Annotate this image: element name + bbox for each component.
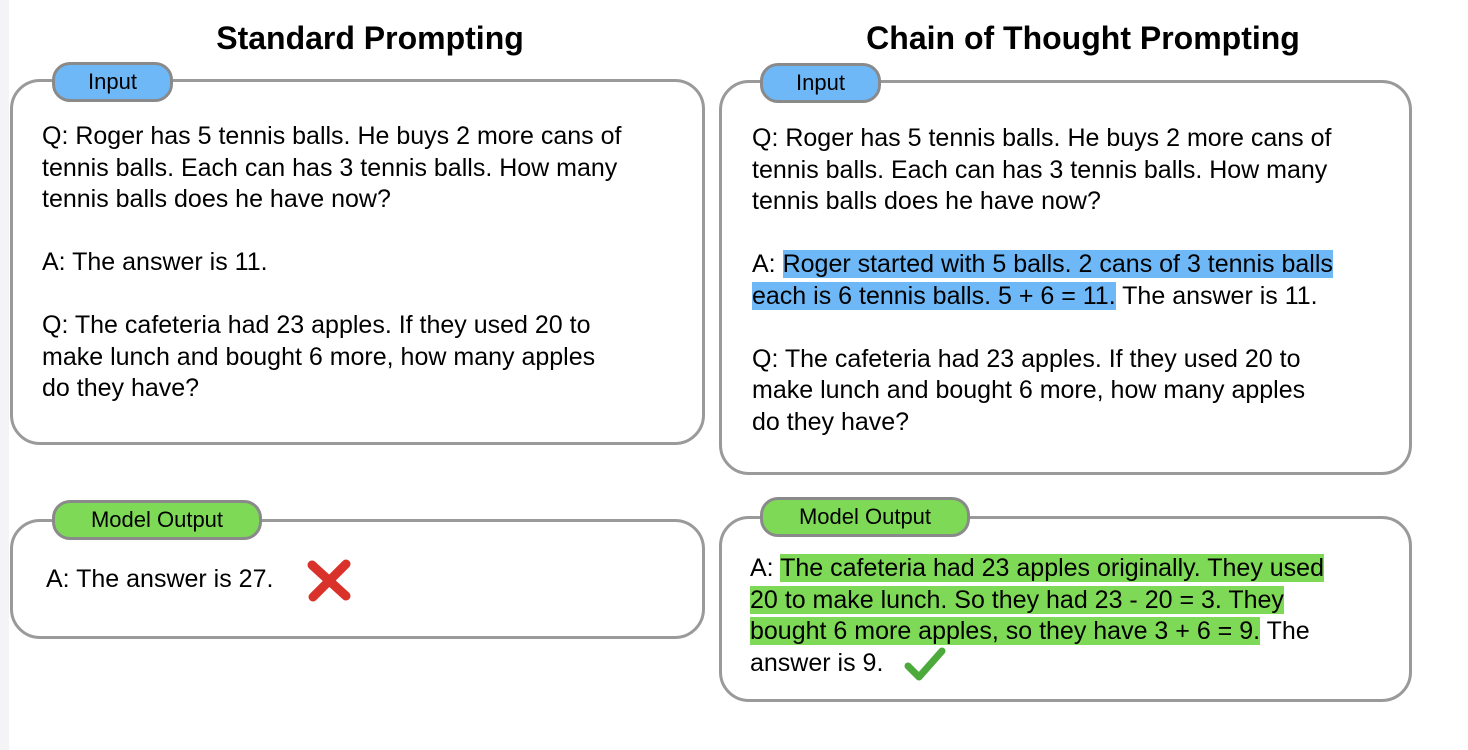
reasoning-answer-line-1: A: Roger started with 5 balls. 2 cans of… — [752, 249, 1333, 281]
question-line: Q: Roger has 5 tennis balls. He buys 2 m… — [42, 122, 622, 150]
standard-output-text: A: The answer is 27. — [46, 564, 273, 596]
left-margin-strip — [0, 0, 9, 750]
cot-output-text: A: The cafeteria had 23 apples originall… — [750, 553, 1324, 679]
question-line: do they have? — [42, 374, 200, 402]
reasoning-answer-line-2: each is 6 tennis balls. 5 + 6 = 11. The … — [752, 281, 1333, 313]
question-line: tennis balls. Each can has 3 tennis ball… — [42, 153, 618, 182]
reasoning-highlight: 20 to make lunch. So they had 23 - 20 = … — [750, 585, 1284, 614]
standard-prompting-title: Standard Prompting — [216, 20, 524, 56]
question-line: tennis balls does he have now? — [42, 185, 391, 213]
standard-input-text: Q: Roger has 5 tennis balls. He buys 2 m… — [42, 121, 621, 405]
answer-suffix: The answer is 11. — [1115, 281, 1318, 310]
reasoning-highlight: bought 6 more apples, so they have 3 + 6… — [750, 617, 1261, 645]
cot-input-text: Q: Roger has 5 tennis balls. He buys 2 m… — [752, 123, 1333, 438]
cot-input-label: Input — [760, 63, 881, 103]
standard-output-label: Model Output — [52, 500, 262, 540]
answer-prefix: A: — [750, 554, 781, 582]
check-icon — [904, 647, 946, 681]
output-line-4: answer is 9. — [750, 648, 1324, 680]
answer-line: A: The answer is 11. — [42, 248, 268, 276]
cot-output-label: Model Output — [760, 497, 970, 537]
question-line: Q: The cafeteria had 23 apples. If they … — [752, 344, 1301, 373]
model-answer: A: The answer is 27. — [46, 565, 274, 593]
answer-suffix: The — [1260, 617, 1310, 645]
final-answer: answer is 9. — [750, 648, 884, 677]
reasoning-highlight: The cafeteria had 23 apples originally. … — [780, 554, 1324, 582]
standard-input-label: Input — [52, 62, 173, 102]
question-line: make lunch and bought 6 more, how many a… — [42, 342, 596, 371]
question-line: do they have? — [752, 407, 910, 436]
reasoning-highlight: Roger started with 5 balls. 2 cans of 3 … — [782, 250, 1333, 278]
answer-prefix: A: — [752, 250, 783, 278]
output-line-1: A: The cafeteria had 23 apples originall… — [750, 553, 1324, 585]
question-line: Q: Roger has 5 tennis balls. He buys 2 m… — [752, 124, 1332, 152]
output-line-3: bought 6 more apples, so they have 3 + 6… — [750, 616, 1324, 648]
question-line: make lunch and bought 6 more, how many a… — [752, 376, 1306, 404]
output-line-2: 20 to make lunch. So they had 23 - 20 = … — [750, 585, 1324, 617]
question-line: tennis balls. Each can has 3 tennis ball… — [752, 155, 1328, 184]
cross-icon — [307, 559, 351, 602]
cot-prompting-title: Chain of Thought Prompting — [866, 20, 1300, 56]
reasoning-highlight: each is 6 tennis balls. 5 + 6 = 11. — [752, 281, 1116, 310]
question-line: tennis balls does he have now? — [752, 187, 1101, 215]
question-line: Q: The cafeteria had 23 apples. If they … — [42, 311, 591, 339]
